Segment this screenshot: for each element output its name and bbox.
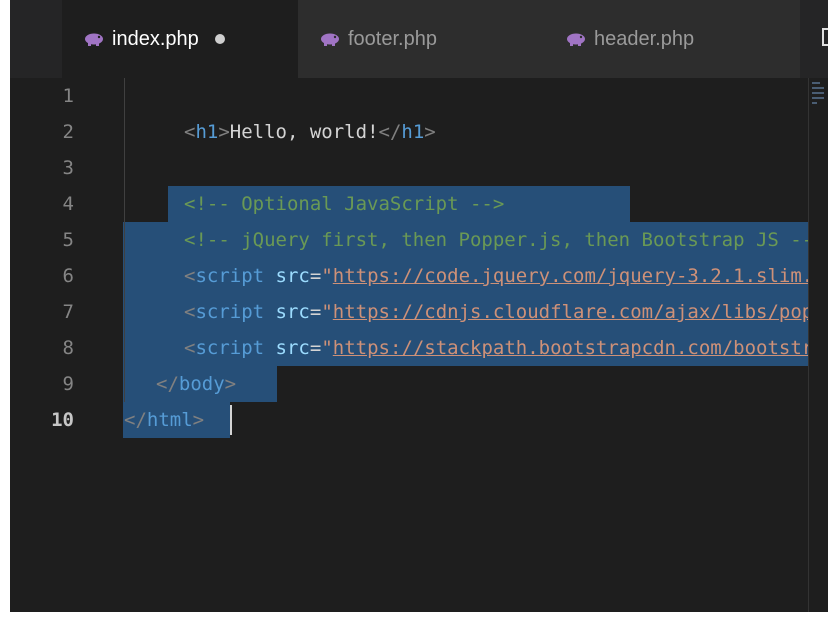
tag-name: script xyxy=(195,265,265,287)
tag-name: script xyxy=(195,337,265,359)
minimap-line xyxy=(812,97,824,99)
text-content: Hello, world! xyxy=(229,121,379,143)
minimap-line xyxy=(812,82,820,84)
code-editor[interactable]: index.php footer.php header.php 1 2 3 4 … xyxy=(0,0,828,618)
quote: " xyxy=(321,265,333,287)
code-line-10: </html> xyxy=(124,402,204,438)
code-line-4: <!-- Optional JavaScript --> xyxy=(184,186,504,222)
code-line-5: <!-- jQuery first, then Popper.js, then … xyxy=(184,222,808,258)
url-link[interactable]: https://code.jquery.com/jquery-3.2.1.sli… xyxy=(333,265,808,287)
punct: > xyxy=(224,373,237,395)
minimap-line xyxy=(812,102,817,104)
code-line-6: <script src="https://code.jquery.com/jqu… xyxy=(184,258,808,294)
line-number: 4 xyxy=(62,193,74,215)
tag-name: h1 xyxy=(195,121,219,143)
code-line-7: <script src="https://cdnjs.cloudflare.co… xyxy=(184,294,808,330)
line-number: 7 xyxy=(62,301,74,323)
comment: <!-- jQuery first, then Popper.js, then … xyxy=(184,229,808,251)
attribute-name: src xyxy=(275,265,310,287)
attribute-name: src xyxy=(275,337,310,359)
minimap-line xyxy=(812,87,824,89)
url-link[interactable]: https://cdnjs.cloudflare.com/ajax/libs/p… xyxy=(333,301,808,323)
punct: > xyxy=(424,121,436,143)
punct: = xyxy=(309,265,322,287)
line-number: 1 xyxy=(62,85,74,107)
tag-name: h1 xyxy=(401,121,425,143)
tag-name: script xyxy=(195,301,265,323)
code-area[interactable]: <h1>Hello, world!</h1> <!-- Optional Jav… xyxy=(110,78,808,612)
tab-footer-php[interactable]: footer.php xyxy=(298,0,544,78)
punct: < xyxy=(184,121,196,143)
tag-name: body xyxy=(178,373,225,395)
quote: " xyxy=(321,337,333,359)
tab-label: header.php xyxy=(594,27,695,50)
line-number: 6 xyxy=(62,265,74,287)
line-number-gutter: 1 2 3 4 5 6 7 8 9 10 xyxy=(10,78,110,612)
quote: " xyxy=(321,301,333,323)
tab-label: footer.php xyxy=(348,27,437,50)
tab-index-php[interactable]: index.php xyxy=(62,0,298,78)
punct: < xyxy=(184,265,196,287)
url-link[interactable]: https://stackpath.bootstrapcdn.com/boots… xyxy=(333,337,808,359)
punct: = xyxy=(309,337,322,359)
window-edge xyxy=(0,0,10,618)
punct: > xyxy=(218,121,230,143)
line-number: 3 xyxy=(62,157,74,179)
unsaved-dot-icon[interactable] xyxy=(214,34,225,44)
tab-header-php[interactable]: header.php xyxy=(544,0,800,78)
tab-bar: index.php footer.php header.php xyxy=(10,0,828,78)
line-number: 8 xyxy=(62,337,74,359)
window-edge xyxy=(0,612,828,618)
punct: </ xyxy=(156,373,179,395)
php-elephant-icon xyxy=(84,32,104,46)
line-number-current: 10 xyxy=(51,409,74,431)
indent-guide xyxy=(124,78,125,402)
line-number: 5 xyxy=(62,229,74,251)
code-line-2: <h1>Hello, world!</h1> xyxy=(184,114,436,150)
comment: <!-- Optional JavaScript --> xyxy=(184,193,505,215)
split-editor-icon[interactable] xyxy=(822,28,828,46)
php-elephant-icon xyxy=(320,32,340,46)
punct: </ xyxy=(378,121,402,143)
punct: = xyxy=(309,301,322,323)
text-cursor xyxy=(230,405,232,435)
minimap[interactable] xyxy=(808,78,828,612)
php-elephant-icon xyxy=(566,32,586,46)
minimap-line xyxy=(812,92,824,94)
punct: </ xyxy=(124,409,147,431)
attribute-name: src xyxy=(275,301,310,323)
punct: > xyxy=(192,409,205,431)
punct: < xyxy=(184,337,196,359)
line-number: 9 xyxy=(62,373,74,395)
code-line-8: <script src="https://stackpath.bootstrap… xyxy=(184,330,808,366)
code-line-9: </body> xyxy=(156,366,236,402)
tag-name: html xyxy=(146,409,193,431)
punct: < xyxy=(184,301,196,323)
line-number: 2 xyxy=(62,121,74,143)
tab-label: index.php xyxy=(112,27,199,50)
